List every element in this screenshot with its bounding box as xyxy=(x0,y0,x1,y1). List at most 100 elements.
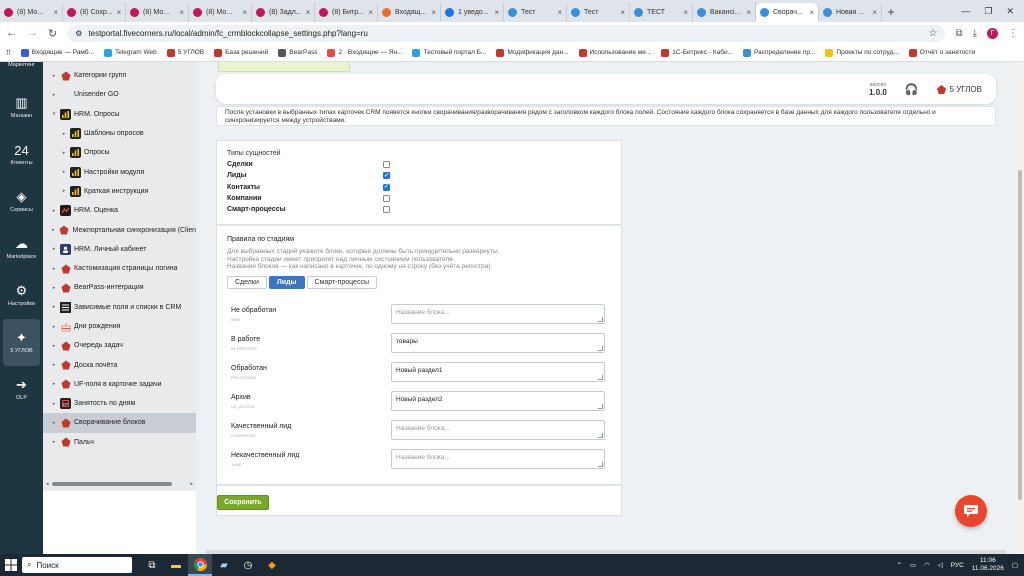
save-button[interactable]: Сохранить xyxy=(217,495,269,510)
tray-chevron-icon[interactable]: ⌃ xyxy=(896,561,901,569)
bookmark-item[interactable]: Использование ме... xyxy=(578,48,651,57)
tree-item[interactable]: ▸ HRM. Личный кабинет xyxy=(43,240,196,259)
tab-close-icon[interactable]: × xyxy=(620,8,625,17)
bookmark-item[interactable]: Распределение пр... xyxy=(743,48,815,57)
entity-tab[interactable]: Лиды xyxy=(268,275,305,289)
stage-blocks-textarea[interactable]: Название блока... xyxy=(391,449,605,469)
bookmark-item[interactable]: Проекты по сотруд... xyxy=(825,48,899,57)
entity-tab[interactable]: Сделки xyxy=(227,275,267,289)
profile-avatar[interactable]: Г xyxy=(987,27,998,39)
tree-item[interactable]: ▸ Категории групп xyxy=(43,66,196,85)
volume-icon[interactable]: ◁ xyxy=(938,561,943,569)
chat-button[interactable] xyxy=(955,495,987,527)
taskbar-clock[interactable]: 11:06 11.06.2026 xyxy=(972,557,1004,573)
bookmark-item[interactable]: Тестовый портал Б... xyxy=(412,48,486,57)
tree-expand-icon[interactable]: ▸ xyxy=(51,92,57,98)
browser-tab[interactable]: (8) Мо... × xyxy=(0,3,63,22)
tab-close-icon[interactable]: × xyxy=(242,8,247,17)
tree-expand-icon[interactable]: ▸ xyxy=(51,266,57,272)
entity-type-checkbox[interactable] xyxy=(383,206,390,214)
bookmark-item[interactable]: Модификация дан... xyxy=(496,48,569,57)
site-info-icon[interactable]: ⚙ xyxy=(75,29,82,38)
tree-expand-icon[interactable]: ▸ xyxy=(51,401,57,407)
page-vertical-scrollbar[interactable] xyxy=(1016,62,1024,554)
tab-close-icon[interactable]: × xyxy=(368,8,373,17)
tree-item[interactable]: ▸ UF-поля в карточке задачи xyxy=(43,375,196,394)
tab-close-icon[interactable]: × xyxy=(431,8,436,17)
minimize-icon[interactable]: — xyxy=(961,6,970,16)
tree-item[interactable]: ▸ Дни рождения xyxy=(43,317,196,336)
bookmark-item[interactable]: Telegram Web xyxy=(103,48,157,57)
tree-item[interactable]: ▸ Пальч xyxy=(43,433,196,452)
bookmark-item[interactable]: 5 УГЛОВ xyxy=(166,48,204,57)
browser-tab[interactable]: (8) Битр... × xyxy=(315,3,378,22)
tree-expand-icon[interactable]: ▸ xyxy=(51,227,56,233)
tree-item[interactable]: ▸ Опросы xyxy=(43,143,196,162)
forward-icon[interactable]: → xyxy=(27,27,38,39)
tree-item[interactable]: ▸ Кастомизация страницы логина xyxy=(43,259,196,278)
headset-icon[interactable]: 🎧 xyxy=(905,83,919,96)
tree-item[interactable]: ▾ HRM. Опросы xyxy=(43,105,196,124)
tree-expand-icon[interactable]: ▸ xyxy=(51,381,57,387)
file-explorer-icon[interactable]: ▬ xyxy=(164,554,188,576)
entity-type-checkbox[interactable]: ✓ xyxy=(383,172,390,180)
tree-expand-icon[interactable]: ▸ xyxy=(61,188,67,194)
tab-close-icon[interactable]: × xyxy=(117,8,122,17)
stage-blocks-textarea[interactable]: Название блока... xyxy=(391,304,605,324)
tree-expand-icon[interactable]: ▸ xyxy=(51,362,57,368)
browser-tab[interactable]: Сворач... × xyxy=(756,3,819,22)
tree-expand-icon[interactable]: ▸ xyxy=(51,208,57,214)
notifications-icon[interactable]: ▢ xyxy=(1012,561,1018,569)
notepad-icon[interactable]: ▰ xyxy=(212,554,236,576)
wifi-icon[interactable]: ◠ xyxy=(924,561,930,569)
tree-item[interactable]: ▸ Сворачивание блоков xyxy=(43,413,196,433)
left-nav-item[interactable]: ◈ Сервисы xyxy=(0,178,43,225)
tree-expand-icon[interactable]: ▸ xyxy=(51,324,57,330)
browser-menu-icon[interactable]: ⋮ xyxy=(1008,28,1018,39)
tab-close-icon[interactable]: × xyxy=(746,8,751,17)
tree-item[interactable]: ▸ Межпортальная синхронизация (Clien xyxy=(43,220,196,239)
bookmark-item[interactable]: BearPass xyxy=(278,48,317,57)
close-window-icon[interactable]: ✕ xyxy=(1006,6,1014,17)
browser-tab[interactable]: (8) Мо... × xyxy=(126,3,189,22)
bookmark-item[interactable]: База решений xyxy=(214,48,268,57)
entity-type-checkbox[interactable] xyxy=(383,161,390,169)
back-icon[interactable]: ← xyxy=(6,27,17,39)
browser-tab[interactable]: (8) Сохр... × xyxy=(63,3,126,22)
chrome-taskbar-icon[interactable] xyxy=(188,554,212,576)
tree-item[interactable]: ▸ Очередь задач xyxy=(43,336,196,355)
tree-expand-icon[interactable]: ▸ xyxy=(51,246,57,252)
left-nav-item[interactable]: ✦ 5 УГЛОВ xyxy=(3,319,40,366)
network-icon[interactable]: ▭ xyxy=(910,561,916,569)
taskbar-search[interactable]: ⌕ Поиск xyxy=(22,557,132,573)
tree-expand-icon[interactable]: ▸ xyxy=(61,150,67,156)
tree-expand-icon[interactable]: ▸ xyxy=(51,304,57,310)
browser-tab[interactable]: Входящ... × xyxy=(378,3,441,22)
apps-grid-icon[interactable]: ⠿ xyxy=(6,49,11,57)
tree-item[interactable]: ▸ Настройки модуля xyxy=(43,162,196,181)
browser-tab[interactable]: 1 уведо... × xyxy=(441,3,504,22)
tab-close-icon[interactable]: × xyxy=(683,8,688,17)
tree-item[interactable]: ▸ BearPass-интеграция xyxy=(43,278,196,297)
browser-tab[interactable]: Новая ... × xyxy=(819,3,882,22)
tree-expand-icon[interactable]: ▸ xyxy=(61,131,67,137)
input-language[interactable]: РУС xyxy=(951,562,964,569)
browser-tab[interactable]: ТЕСТ × xyxy=(630,3,693,22)
brand-link[interactable]: 5 УГЛОВ xyxy=(936,84,982,94)
tab-close-icon[interactable]: × xyxy=(557,8,562,17)
left-nav-item[interactable]: 24 Клиенты xyxy=(0,131,43,178)
tree-expand-icon[interactable]: ▸ xyxy=(61,169,67,175)
tree-expand-icon[interactable]: ▸ xyxy=(51,343,57,349)
browser-tab[interactable]: Тест × xyxy=(504,3,567,22)
tree-expand-icon[interactable]: ▸ xyxy=(51,420,57,426)
bookmark-star-icon[interactable]: ☆ xyxy=(928,28,937,39)
reload-icon[interactable]: ↻ xyxy=(48,27,57,40)
tree-item[interactable]: ▸ EP Занятость по дням xyxy=(43,394,196,413)
left-nav-item[interactable]: Маркетинг xyxy=(0,62,43,84)
tree-item[interactable]: ▸ Доска почёта xyxy=(43,355,196,374)
bookmark-item[interactable]: 2 · Входящие — Ян... xyxy=(327,48,402,57)
page-scrollbar-thumb[interactable] xyxy=(1018,170,1022,500)
browser-tab[interactable]: (8) Задл... × xyxy=(252,3,315,22)
bookmark-item[interactable]: Отчёт о занятости xyxy=(908,48,975,57)
tree-item[interactable]: ▸ Зависимые поля и списки в CRM xyxy=(43,298,196,317)
